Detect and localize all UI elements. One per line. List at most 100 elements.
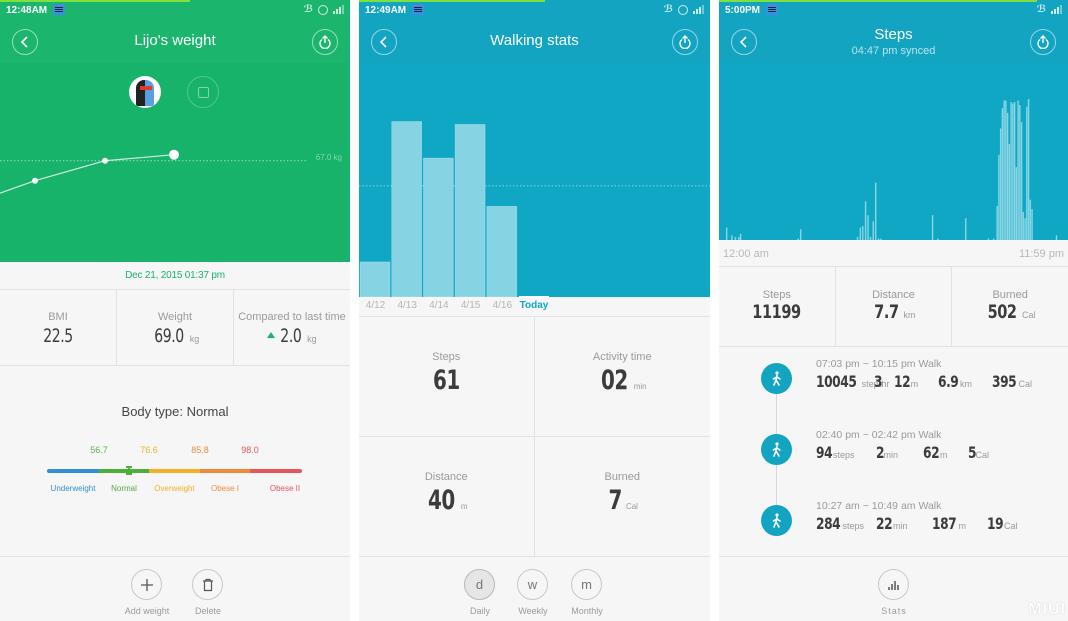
screens: 12:48AM ℬ Lijo's weight 67.0 kg Dec 21, … — [0, 0, 1068, 621]
delete-label: Delete — [194, 606, 222, 616]
status-icons: ℬ — [304, 4, 344, 15]
stat-value: 7 — [608, 484, 622, 516]
steps-bar — [1005, 100, 1007, 240]
steps-bar — [965, 218, 967, 240]
period-monthly-button[interactable]: m — [571, 569, 602, 600]
stat-label: Weight — [157, 311, 193, 323]
bar-chart-icon — [887, 580, 899, 590]
status-bar: 12:49AM ℬ — [359, 0, 710, 20]
period-weekly-button[interactable]: w — [517, 569, 548, 600]
day-bar[interactable] — [454, 124, 486, 297]
walk-item[interactable]: 07:03 pm ~ 10:15 pm Walk 10045 steps 3hr 1… — [719, 358, 1068, 413]
period-daily-label: Daily — [469, 606, 491, 616]
steps-bar — [1012, 103, 1014, 240]
steps-bar — [867, 215, 869, 240]
add-weight-label: Add weight — [124, 606, 170, 616]
walk-steps: 10045 — [816, 372, 857, 391]
x-tick-label[interactable]: 4/14 — [423, 300, 454, 311]
weight-point[interactable] — [102, 157, 108, 164]
time-start-label: 12:00 am — [723, 248, 769, 260]
signal-icon — [693, 5, 704, 14]
steps-bar — [1026, 106, 1028, 240]
share-icon — [1037, 35, 1049, 49]
alarm-icon — [318, 4, 328, 15]
bmi-scale: Underweight Normal Overweight Obese I Obese … — [47, 445, 302, 495]
period-selector: d Daily w Weekly m Monthly — [359, 556, 710, 621]
walking-person-icon — [761, 505, 792, 536]
walk-duration: 2 — [876, 443, 885, 462]
walk-distance: 62 — [923, 443, 940, 462]
steps-bar — [1015, 167, 1018, 240]
notification-icon — [412, 4, 424, 15]
day-bar[interactable] — [423, 157, 454, 297]
steps-bar — [799, 229, 802, 240]
status-time: 12:48AM — [6, 5, 48, 16]
steps-bar — [1031, 209, 1033, 240]
status-time: 12:49AM — [365, 5, 407, 16]
stat-label: Steps — [432, 351, 461, 363]
day-bar[interactable] — [486, 206, 518, 297]
header: Lijo's weight — [0, 20, 350, 64]
delete-button[interactable] — [192, 569, 223, 600]
x-tick-label[interactable]: 4/13 — [392, 300, 423, 311]
stats-label: Stats — [881, 606, 907, 616]
day-bar[interactable] — [359, 261, 391, 297]
stat-value: 40 — [427, 484, 455, 516]
page-title: Steps — [874, 26, 913, 43]
walk-item[interactable]: 02:40 pm ~ 02:42 pm Walk 94steps 2min 62… — [719, 429, 1068, 484]
bmi-marker — [125, 466, 132, 475]
stat-burned: Burned 7 Cal — [535, 437, 711, 557]
status-bar: 12:48AM ℬ — [0, 0, 350, 20]
share-button[interactable] — [312, 29, 338, 55]
selected-day-indicator — [518, 296, 549, 298]
day-bar[interactable] — [391, 121, 423, 298]
walking-stats-screen: 12:49AM ℬ Walking stats 4/12 4/13 4/14 4/15… — [359, 0, 710, 621]
walk-distance-unit: m — [958, 521, 967, 531]
weight-point[interactable] — [32, 177, 38, 184]
weight-point[interactable] — [169, 149, 179, 160]
status-icons: ℬ — [664, 4, 704, 15]
walk-duration-unit: min — [893, 521, 908, 531]
x-tick-label[interactable]: 4/12 — [360, 300, 391, 311]
stat-steps: Steps 11199 — [719, 267, 836, 346]
walk-distance: 187 — [932, 514, 957, 533]
steps-actions: Stats — [719, 556, 1068, 621]
x-tick-label[interactable]: 4/16 — [487, 300, 518, 311]
stat-value: 11199 — [752, 301, 802, 323]
bluetooth-icon: ℬ — [663, 4, 673, 15]
share-button[interactable] — [672, 29, 698, 55]
steps-bar — [1017, 100, 1019, 240]
walk-calories: 395 — [992, 372, 1017, 391]
walk-calories: 19 — [987, 514, 1004, 533]
body-type: Body type: Normal — [121, 404, 229, 419]
weight-line-chart — [0, 149, 306, 194]
x-tick-label[interactable]: 4/15 — [455, 300, 486, 311]
avatar[interactable] — [129, 76, 161, 108]
time-end-label: 11:59 pm — [1018, 248, 1064, 260]
bluetooth-icon: ℬ — [303, 4, 313, 15]
walk-calories-unit: Cal — [1004, 521, 1018, 531]
stat-distance: Distance 7.7 km — [836, 267, 953, 346]
stat-label: Compared to last time — [238, 311, 346, 323]
walk-steps: 284 — [816, 514, 841, 533]
edit-profile-button[interactable] — [187, 76, 219, 108]
share-button[interactable] — [1030, 29, 1056, 55]
walk-item[interactable]: 10:27 am ~ 10:49 am Walk 284 steps 22min … — [719, 500, 1068, 555]
time-range: 12:00 am 11:59 pm — [719, 240, 1068, 267]
stat-unit: kg — [189, 334, 200, 344]
stat-activity-time: Activity time 02 min — [534, 317, 710, 437]
trend-up-icon — [267, 332, 276, 338]
x-tick-label[interactable]: Today — [519, 300, 550, 311]
weight-stats: BMI 22.5 Weight 69.0 kg Compared to last … — [0, 290, 350, 366]
reference-weight-label: 67.0 kg — [315, 153, 342, 162]
steps-bar — [1001, 108, 1004, 240]
steps-bar — [1013, 102, 1016, 240]
add-weight-button[interactable] — [131, 569, 162, 600]
steps-bar — [1006, 112, 1009, 240]
steps-bar — [864, 201, 867, 240]
bmi-threshold: 98.0 — [241, 445, 259, 455]
stat-value: 02 — [600, 365, 628, 396]
period-weekly-label: Weekly — [518, 606, 548, 616]
stats-button[interactable] — [878, 569, 909, 600]
period-daily-button[interactable]: d — [464, 569, 495, 600]
